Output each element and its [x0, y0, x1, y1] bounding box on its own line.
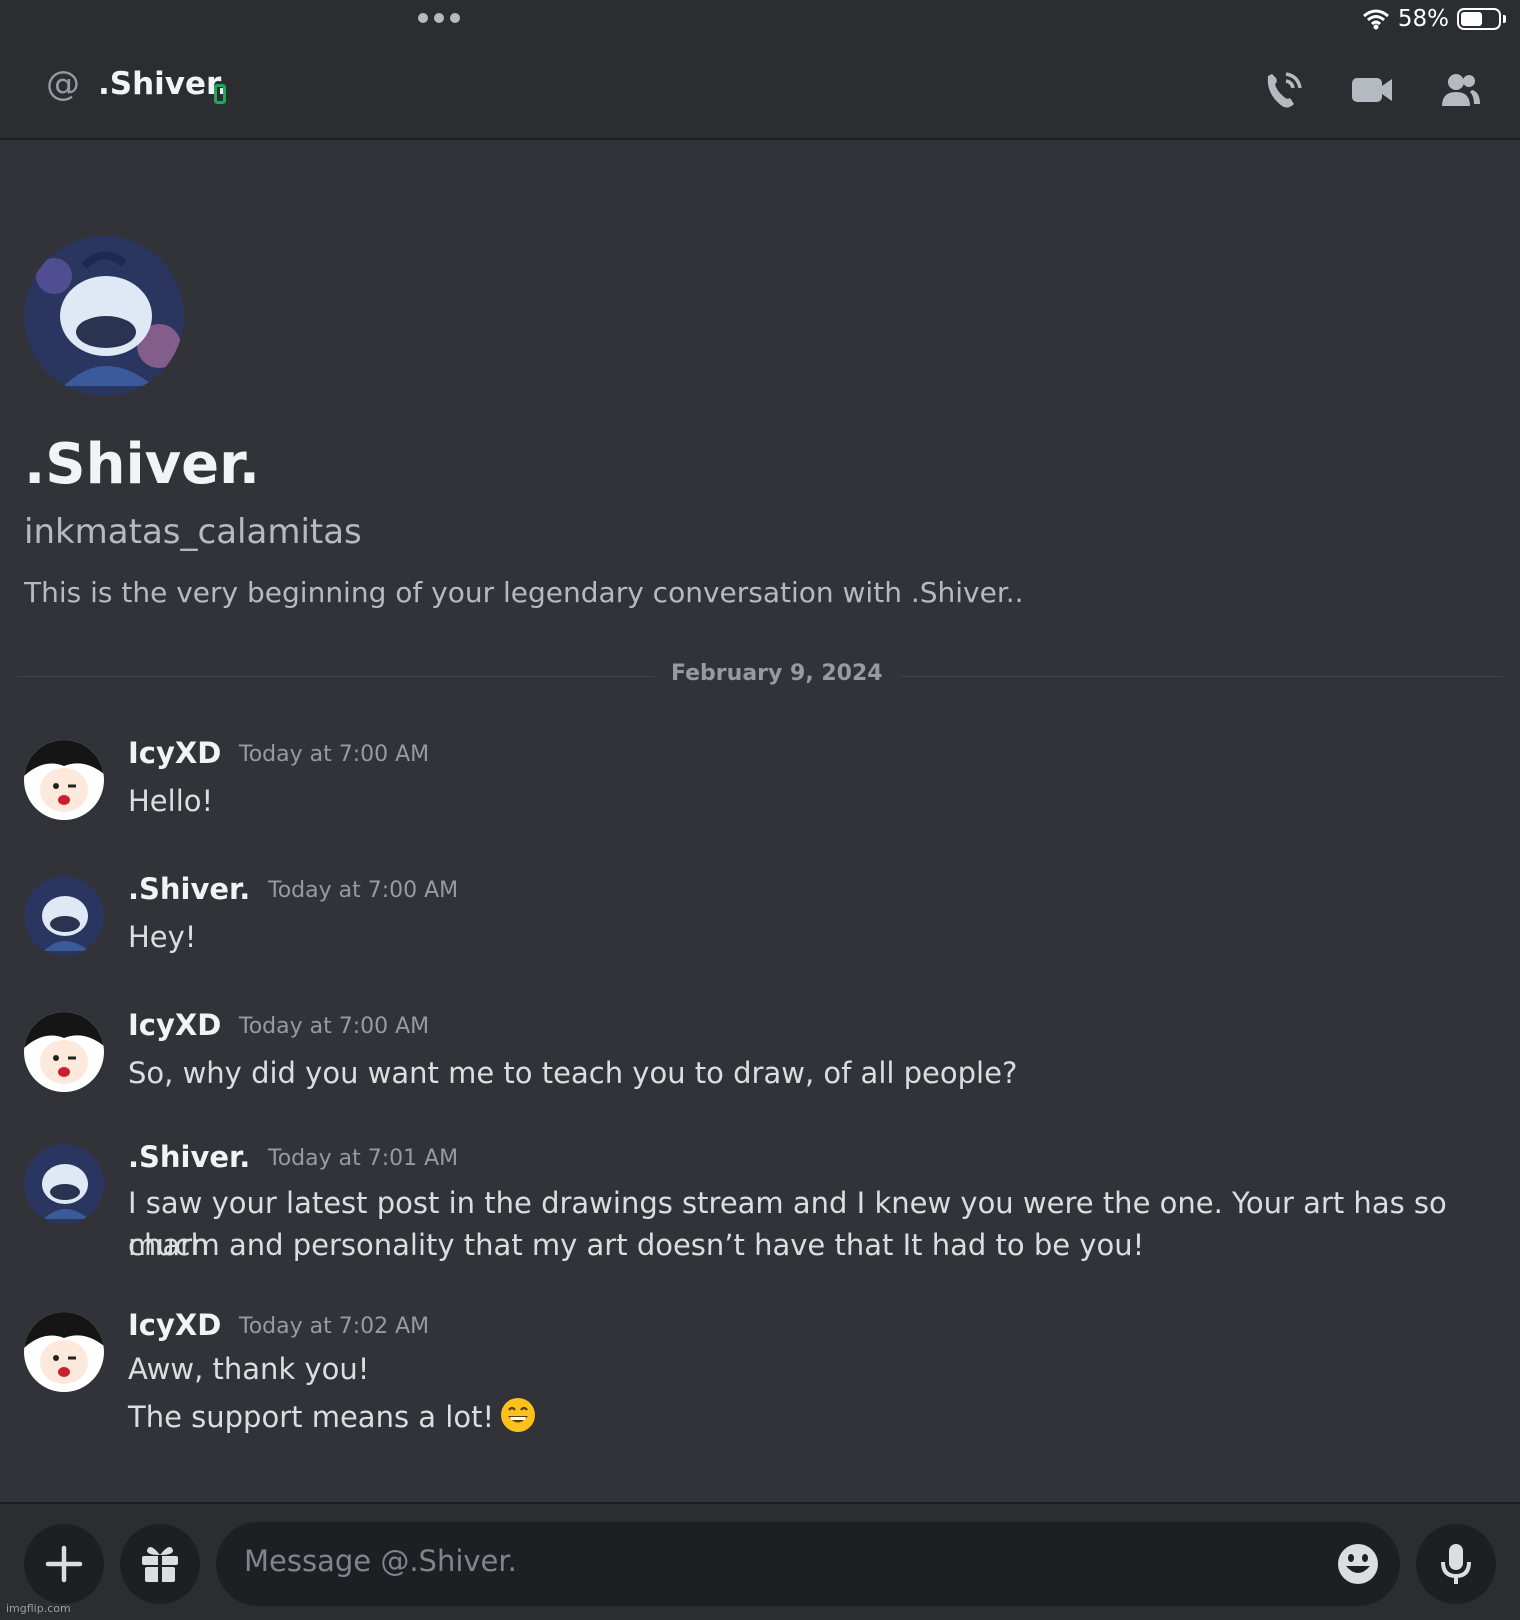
icyxd-avatar-image	[24, 740, 104, 820]
message-timestamp: Today at 7:02 AM	[239, 1314, 430, 1339]
shiver-avatar-image	[24, 1144, 104, 1224]
avatar[interactable]	[24, 740, 104, 820]
grinning-face-emoji-icon	[501, 1398, 536, 1432]
avatar[interactable]	[24, 876, 104, 956]
message-timestamp: Today at 7:00 AM	[239, 1014, 430, 1039]
message-author[interactable]: IcyXD	[128, 736, 221, 770]
video-call-icon[interactable]	[1348, 66, 1396, 114]
icyxd-avatar-image	[24, 1312, 104, 1392]
shiver-avatar-image	[24, 236, 184, 396]
message-text: charm and personality that my art doesn’…	[128, 1228, 1145, 1262]
wifi-icon	[1362, 9, 1389, 30]
mobile-status-icon	[214, 84, 226, 104]
plus-icon	[45, 1545, 83, 1583]
voice-call-icon[interactable]	[1260, 66, 1308, 114]
emoji-picker-icon[interactable]	[1336, 1542, 1380, 1586]
message-timestamp: Today at 7:00 AM	[268, 878, 459, 903]
channel-title[interactable]: .Shiver.	[98, 66, 229, 102]
battery-icon	[1457, 8, 1501, 30]
message-author[interactable]: IcyXD	[128, 1008, 221, 1042]
message-text: Aww, thank you!	[128, 1352, 370, 1386]
icyxd-avatar-image	[24, 1012, 104, 1092]
message-composer: Message @.Shiver.	[0, 1502, 1520, 1620]
message-text: Hey!	[128, 920, 197, 954]
avatar[interactable]	[24, 1312, 104, 1392]
avatar[interactable]	[24, 1144, 104, 1224]
battery-fill	[1461, 12, 1482, 26]
members-icon[interactable]	[1436, 66, 1484, 114]
message-timestamp: Today at 7:01 AM	[268, 1146, 459, 1171]
battery-percent: 58%	[1397, 6, 1449, 32]
message-text: Hello!	[128, 784, 214, 818]
avatar[interactable]	[24, 1012, 104, 1092]
message-input-placeholder: Message @.Shiver.	[244, 1544, 517, 1578]
shiver-avatar-image	[24, 876, 104, 956]
voice-message-button[interactable]	[1416, 1524, 1496, 1604]
conversation-start-text: This is the very beginning of your legen…	[24, 576, 1024, 609]
profile-avatar[interactable]	[24, 236, 184, 396]
message-author[interactable]: .Shiver.	[128, 872, 250, 906]
microphone-icon	[1441, 1544, 1471, 1584]
message-text: So, why did you want me to teach you to …	[128, 1056, 1018, 1090]
message-author[interactable]: IcyXD	[128, 1308, 221, 1342]
date-divider: February 9, 2024	[655, 661, 899, 686]
message-author[interactable]: .Shiver.	[128, 1140, 250, 1174]
at-icon: @	[46, 64, 80, 104]
message-text: The support means a lot!	[128, 1400, 495, 1434]
watermark: imgflip.com	[6, 1602, 71, 1615]
battery-nub	[1503, 15, 1506, 23]
profile-username: inkmatas_calamitas	[24, 512, 362, 552]
message-text-row: The support means a lot!	[128, 1396, 1478, 1438]
gift-button[interactable]	[120, 1524, 200, 1604]
channel-header: @ .Shiver.	[0, 40, 1520, 140]
message-timestamp: Today at 7:00 AM	[239, 742, 430, 767]
status-bar: 58%	[0, 0, 1520, 40]
status-indicators: 58%	[1362, 6, 1506, 32]
profile-display-name: .Shiver.	[24, 432, 261, 497]
attach-button[interactable]	[24, 1524, 104, 1604]
message-input[interactable]: Message @.Shiver.	[216, 1522, 1400, 1606]
multitasking-dots-icon[interactable]	[418, 13, 460, 23]
gift-icon	[142, 1546, 178, 1582]
